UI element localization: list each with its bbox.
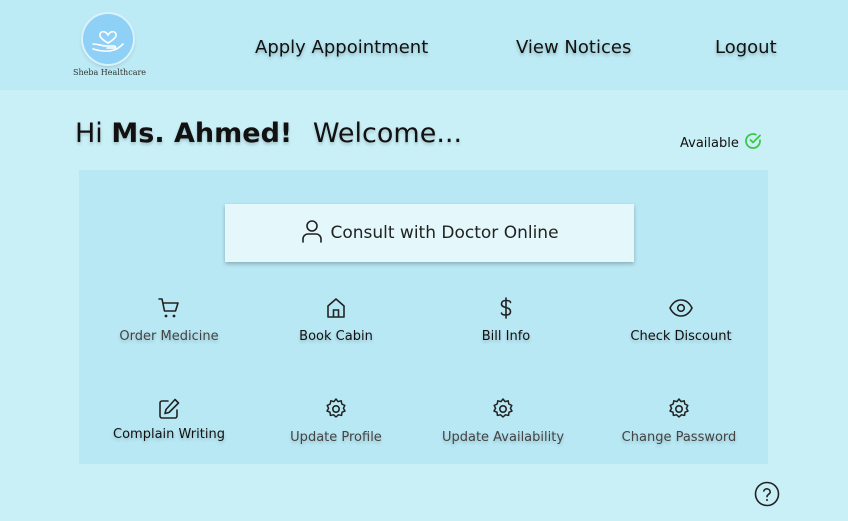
nav-logout[interactable]: Logout <box>715 37 777 58</box>
nav-view-notices[interactable]: View Notices <box>516 37 631 58</box>
tile-label: Book Cabin <box>299 329 373 344</box>
tile-update-profile[interactable]: Update Profile <box>251 396 421 445</box>
tile-change-password[interactable]: Change Password <box>594 396 764 445</box>
edit-icon <box>84 396 254 422</box>
dollar-icon <box>421 295 591 321</box>
gear-icon <box>594 396 764 422</box>
tile-label: Update Profile <box>290 430 382 445</box>
availability-label: Available <box>680 135 739 151</box>
consult-doctor-button[interactable]: Consult with Doctor Online <box>225 204 634 262</box>
tile-label: Order Medicine <box>119 329 219 344</box>
brand-logo[interactable]: Sheba Healthcare <box>73 14 147 80</box>
help-button[interactable] <box>754 481 780 507</box>
tile-label: Bill Info <box>481 329 531 344</box>
help-circle-icon <box>754 481 780 507</box>
user-icon <box>300 218 324 249</box>
greeting-hi: Hi <box>75 118 103 149</box>
greeting-heading: Hi Ms. Ahmed! Welcome... <box>75 118 462 149</box>
availability-status: Available <box>680 131 763 155</box>
home-icon <box>251 295 421 321</box>
gear-icon <box>251 396 421 422</box>
eye-icon <box>596 295 766 321</box>
tile-book-cabin[interactable]: Book Cabin <box>251 295 421 344</box>
heart-hand-icon <box>83 14 133 64</box>
tile-bill-info[interactable]: Bill Info <box>421 295 591 344</box>
tile-check-discount[interactable]: Check Discount <box>596 295 766 344</box>
tile-label: Check Discount <box>630 329 732 344</box>
brand-name: Sheba Healthcare <box>73 68 147 77</box>
tile-label: Complain Writing <box>113 427 225 442</box>
greeting-welcome: Welcome... <box>312 118 463 149</box>
greeting-username: Ms. Ahmed! <box>111 118 293 149</box>
nav-apply-appointment[interactable]: Apply Appointment <box>255 37 428 58</box>
tile-order-medicine[interactable]: Order Medicine <box>84 295 254 344</box>
check-circle-icon <box>743 131 763 155</box>
tile-label: Change Password <box>621 430 737 445</box>
tile-update-availability[interactable]: Update Availability <box>418 396 588 445</box>
tile-complain-writing[interactable]: Complain Writing <box>84 396 254 442</box>
cart-icon <box>84 295 254 321</box>
tile-label: Update Availability <box>441 430 565 445</box>
consult-label: Consult with Doctor Online <box>330 223 559 243</box>
gear-icon <box>418 396 588 422</box>
top-navbar: Sheba Healthcare Apply Appointment View … <box>0 0 848 90</box>
